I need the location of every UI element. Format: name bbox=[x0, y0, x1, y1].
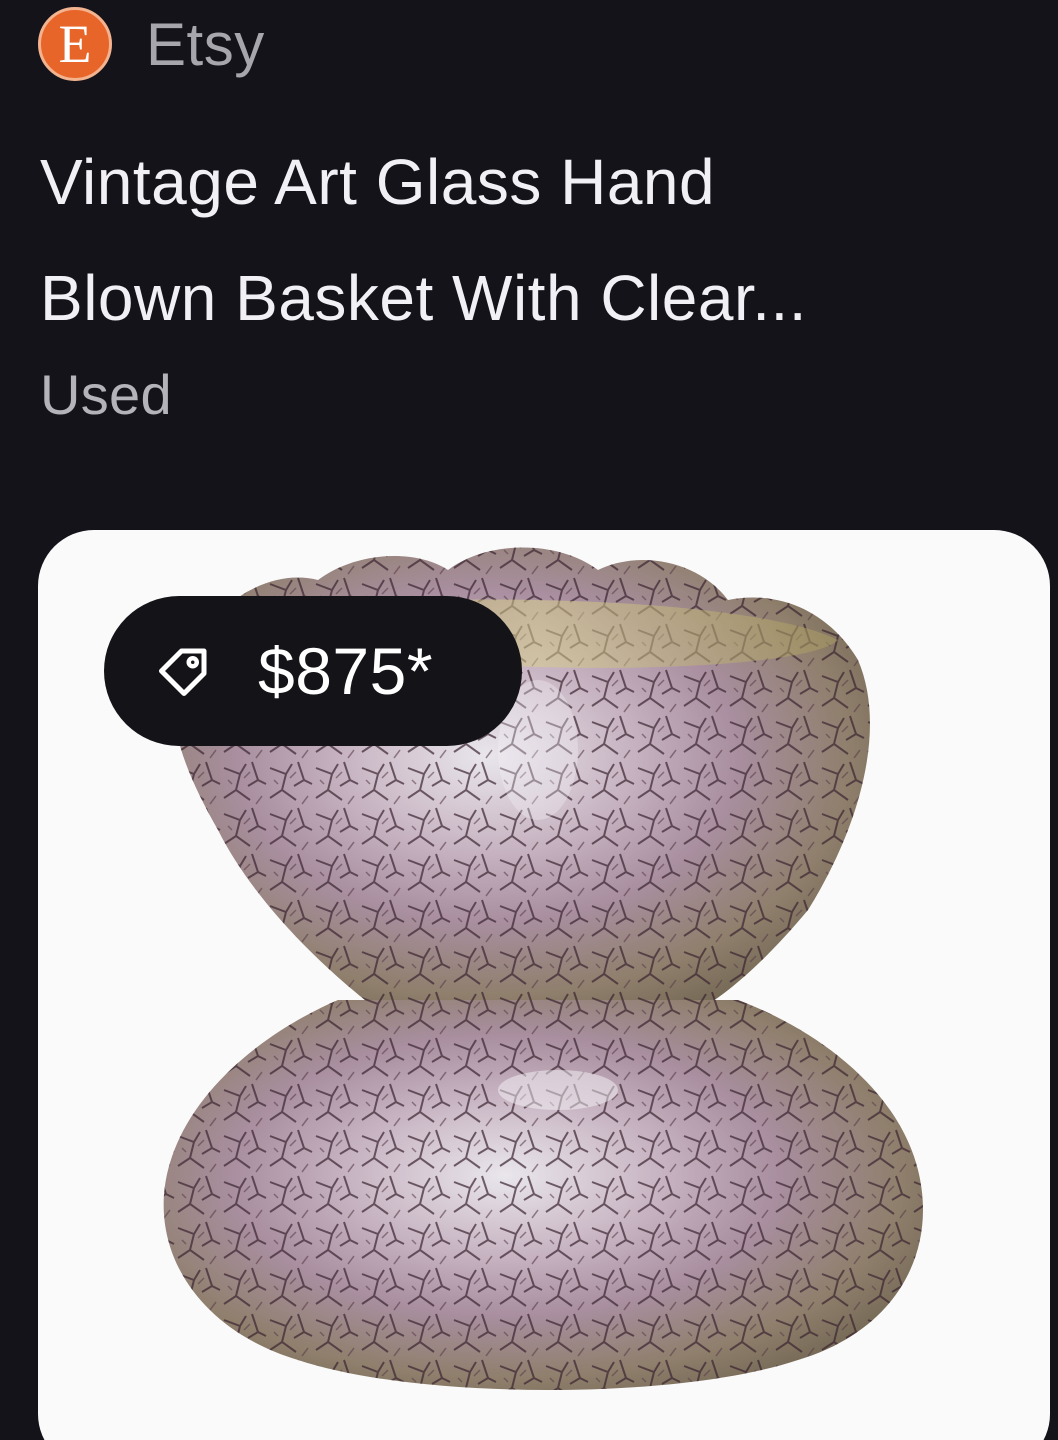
source-name: Etsy bbox=[146, 10, 265, 78]
tag-icon bbox=[159, 648, 207, 696]
etsy-logo-icon: E bbox=[38, 7, 112, 81]
product-title[interactable]: Vintage Art Glass Hand Blown Basket With… bbox=[40, 124, 1030, 356]
product-title-line: Blown Basket With Clear... bbox=[40, 262, 808, 334]
product-title-line: Vintage Art Glass Hand bbox=[40, 146, 716, 218]
product-card[interactable]: E Etsy Vintage Art Glass Hand Blown Bask… bbox=[0, 0, 1058, 1440]
price-badge: $875* bbox=[104, 596, 522, 746]
price-text: $875* bbox=[258, 634, 434, 708]
source-row[interactable]: E Etsy bbox=[38, 7, 265, 81]
condition-label: Used bbox=[40, 363, 172, 426]
